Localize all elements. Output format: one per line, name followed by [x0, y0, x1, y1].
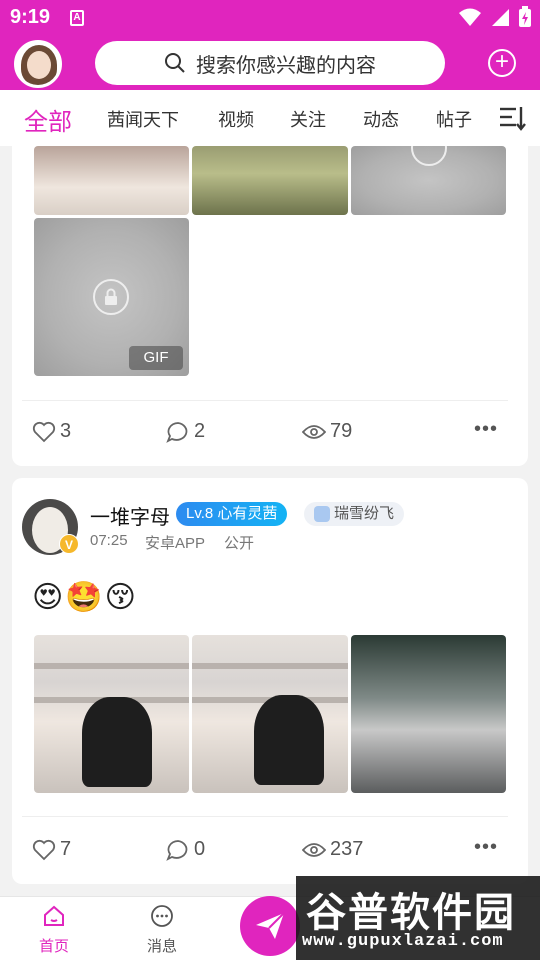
- view-count: 79: [330, 420, 353, 442]
- post-time: 07:25: [90, 532, 128, 549]
- user-title-badge: 瑞雪纷飞: [304, 502, 405, 526]
- post-image[interactable]: [34, 146, 189, 215]
- comment-icon: [166, 839, 188, 861]
- search-bar[interactable]: 搜索你感兴趣的内容: [95, 41, 445, 85]
- app-header: 9:19 A 搜索你感兴趣的内容 +: [0, 0, 540, 90]
- verified-badge-icon: V: [59, 534, 79, 554]
- gif-badge: GIF: [129, 346, 183, 370]
- view-count-display: 79: [302, 420, 352, 443]
- lock-icon: [411, 146, 447, 166]
- lock-icon: [93, 279, 129, 315]
- comment-button[interactable]: 2: [166, 420, 205, 443]
- battery-icon: [519, 6, 531, 27]
- divider: [22, 816, 508, 817]
- view-count-display: 237: [302, 838, 363, 861]
- eye-icon: [302, 424, 326, 439]
- post-image[interactable]: [34, 635, 189, 793]
- post-image[interactable]: [192, 146, 348, 215]
- watermark-title: 谷普软件园: [306, 891, 516, 935]
- status-time: 9:19: [10, 6, 51, 28]
- comment-icon: [166, 421, 188, 443]
- tab-posts[interactable]: 帖子: [436, 106, 472, 132]
- tab-video[interactable]: 视频: [218, 106, 254, 132]
- heart-icon: [32, 839, 56, 860]
- tab-news[interactable]: 茜闻天下: [107, 106, 179, 132]
- like-button[interactable]: 7: [32, 838, 71, 861]
- tab-sort-icon[interactable]: [498, 104, 526, 132]
- signal-icon: [492, 9, 509, 26]
- post-image[interactable]: [351, 635, 506, 793]
- nav-messages[interactable]: 消息: [137, 905, 187, 956]
- notification-app-icon: A: [70, 10, 84, 26]
- like-button[interactable]: 3: [32, 420, 71, 443]
- user-title-label: 瑞雪纷飞: [334, 505, 395, 522]
- level-badge: Lv.8 心有灵茜: [176, 502, 288, 526]
- search-placeholder: 搜索你感兴趣的内容: [196, 54, 376, 77]
- comment-count: 2: [194, 420, 206, 442]
- nav-home-label: 首页: [38, 938, 69, 955]
- locked-image[interactable]: [351, 146, 506, 215]
- home-icon: [44, 905, 64, 926]
- like-count: 7: [60, 838, 72, 860]
- search-icon: [165, 53, 185, 73]
- post-source: 安卓APP: [145, 535, 206, 552]
- watermark-url: www.gupuxlazai.com: [302, 932, 504, 951]
- comment-button[interactable]: 0: [166, 838, 205, 861]
- post-text: 😍🤩😚: [32, 581, 138, 614]
- nav-home[interactable]: 首页: [29, 905, 79, 956]
- locked-gif[interactable]: GIF: [34, 218, 189, 376]
- heart-icon: [32, 421, 56, 442]
- wifi-icon: [459, 8, 481, 26]
- post-image[interactable]: [192, 635, 348, 793]
- divider: [22, 400, 508, 401]
- user-avatar[interactable]: [14, 40, 62, 88]
- snowflake-icon: [314, 506, 330, 522]
- plus-circle-icon[interactable]: +: [488, 49, 516, 77]
- more-options-icon[interactable]: •••: [474, 418, 498, 441]
- nav-messages-label: 消息: [146, 938, 177, 955]
- watermark-logo: 谷普软件园 www.gupuxlazai.com: [296, 876, 540, 960]
- status-bar: 9:19 A: [0, 0, 540, 36]
- more-options-icon[interactable]: •••: [474, 836, 498, 859]
- system-icons: [458, 6, 532, 28]
- view-count: 237: [330, 838, 364, 860]
- post-author-name[interactable]: 一堆字母: [90, 501, 170, 530]
- message-icon: [151, 905, 173, 927]
- tab-follow[interactable]: 关注: [290, 106, 326, 132]
- post-card-1[interactable]: GIF 3 2 79 •••: [12, 146, 528, 466]
- eye-icon: [302, 842, 326, 857]
- paper-plane-icon: [256, 912, 285, 939]
- category-tabs: 全部 茜闻天下 视频 关注 动态 帖子: [0, 90, 540, 146]
- like-count: 3: [60, 420, 72, 442]
- tab-moments[interactable]: 动态: [363, 106, 399, 132]
- publish-button[interactable]: [240, 896, 300, 956]
- comment-count: 0: [194, 838, 206, 860]
- tab-all[interactable]: 全部: [24, 102, 72, 137]
- post-visibility: 公开: [224, 535, 255, 552]
